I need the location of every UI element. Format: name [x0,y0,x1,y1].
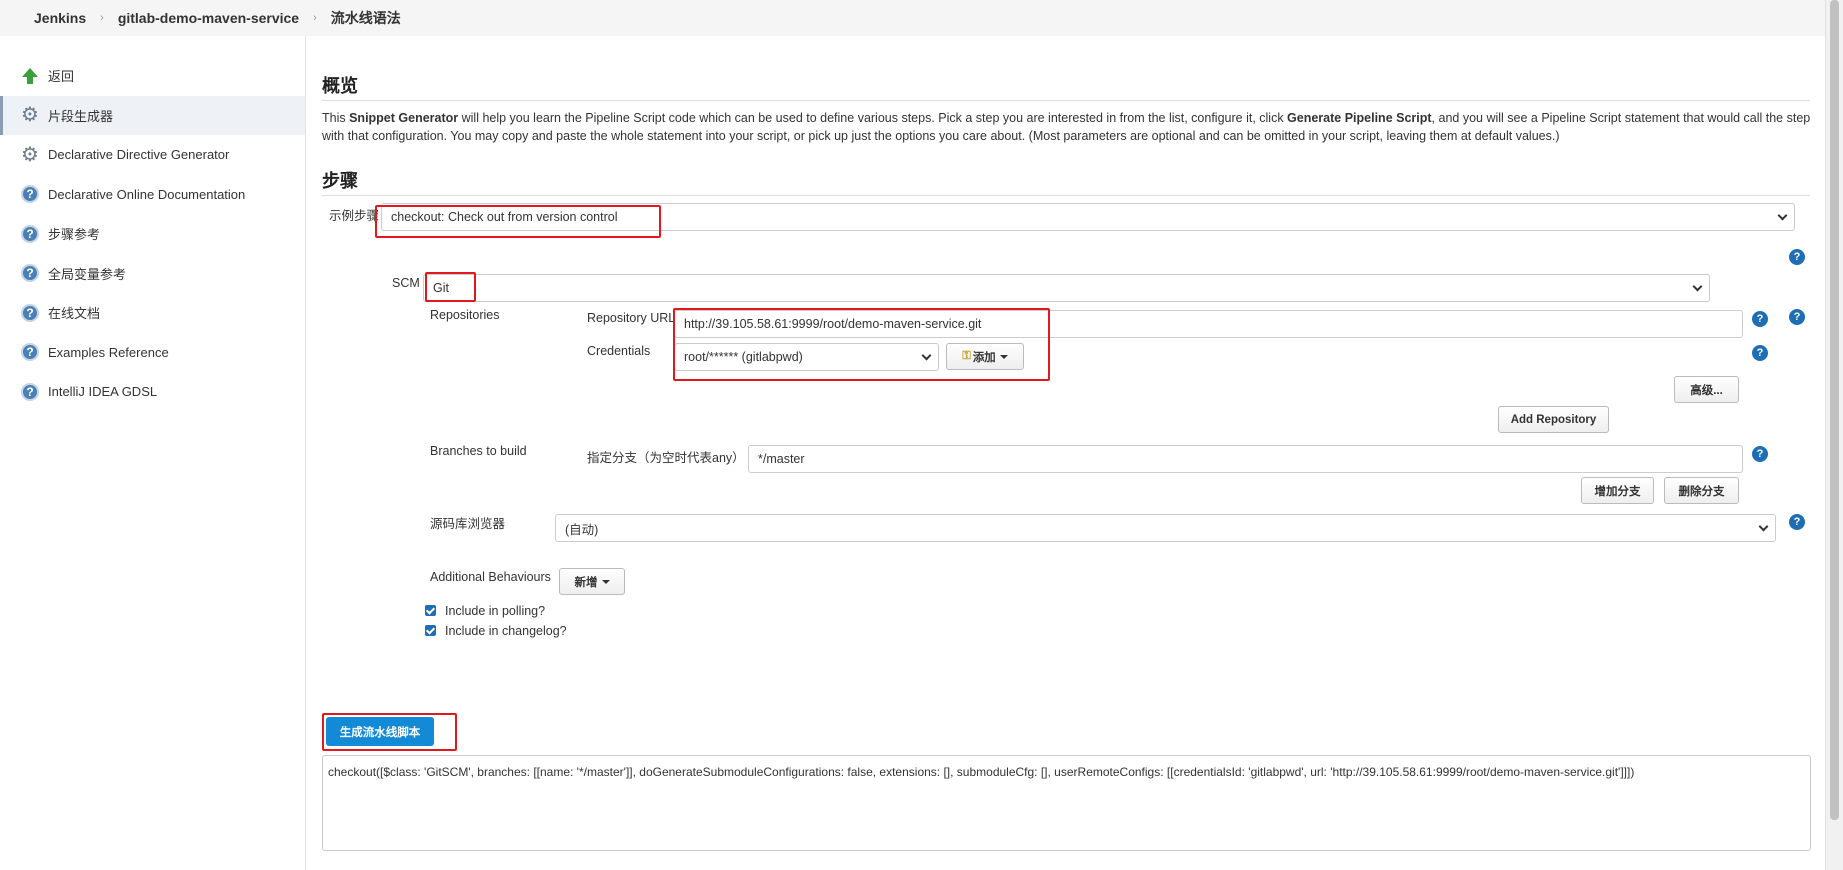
help-icon[interactable]: ? [1789,514,1805,530]
help-icon: ? [20,342,40,362]
help-icon: ? [20,184,40,204]
chevron-right-icon: › [313,12,317,24]
credentials-value: root/****** (gitlabpwd) [684,350,803,364]
chevron-down-icon [1758,521,1769,532]
scm-select[interactable]: Git [423,274,1710,302]
key-icon: ⚿ [962,350,971,362]
branches-label: Branches to build [430,444,527,458]
desc-text: This [322,111,350,125]
sidebar: 返回 ⚙ 片段生成器 ⚙ Declarative Directive Gener… [0,36,306,870]
additional-behaviours-label: Additional Behaviours [430,570,551,584]
branch-specifier-label: 指定分支（为空时代表any） [587,451,745,465]
caret-down-icon [601,579,610,584]
sidebar-item-label: IntelliJ IDEA GDSL [48,384,158,400]
breadcrumb-pipeline-syntax[interactable]: 流水线语法 [323,8,409,28]
add-credentials-label: 添加 [972,351,996,364]
sample-step-value: checkout: Check out from version control [391,210,618,224]
add-repository-label: Add Repository [1510,413,1597,426]
add-behaviour-button[interactable]: 新增 [559,568,625,595]
help-icon: ? [20,224,40,244]
advanced-button[interactable]: 高级... [1674,376,1739,403]
help-icon: ? [20,303,40,323]
overview-description: This Snippet Generator will help you lea… [322,109,1812,145]
sidebar-item-label: Declarative Directive Generator [48,147,230,163]
repo-url-value: http://39.105.58.61:9999/root/demo-maven… [684,317,982,331]
repo-url-input[interactable]: http://39.105.58.61:9999/root/demo-maven… [674,310,1743,338]
sidebar-item-declarative-docs[interactable]: ? Declarative Online Documentation [0,175,305,215]
help-icon[interactable]: ? [1752,345,1768,361]
add-branch-label: 增加分支 [1594,485,1641,498]
help-icon: ? [20,382,40,402]
overview-heading: 概览 [322,72,1810,101]
sidebar-item-label: 步骤参考 [48,227,101,243]
sidebar-item-directive-generator[interactable]: ⚙ Declarative Directive Generator [0,135,305,175]
breadcrumb: Jenkins › gitlab-demo-maven-service › 流水… [0,0,1843,36]
generate-button-label: 生成流水线脚本 [339,726,421,739]
desc-bold: Snippet Generator [349,111,459,125]
breadcrumb-project[interactable]: gitlab-demo-maven-service [110,10,307,26]
repo-browser-value: (自动) [565,522,599,537]
breadcrumb-jenkins[interactable]: Jenkins [26,10,94,26]
scm-label: SCM [392,276,420,290]
repo-url-label: Repository URL [587,311,676,325]
include-polling-label: Include in polling? [445,604,546,618]
delete-branch-label: 删除分支 [1678,485,1725,498]
sidebar-item-label: Examples Reference [48,344,169,360]
add-credentials-button[interactable]: ⚿ 添加 [946,343,1024,370]
chevron-down-icon [1777,210,1788,221]
desc-bold: Generate Pipeline Script [1287,111,1432,125]
sample-step-select[interactable]: checkout: Check out from version control [381,203,1795,231]
branch-specifier-input[interactable]: */master [748,445,1743,473]
help-icon: ? [20,263,40,283]
delete-branch-button[interactable]: 删除分支 [1664,477,1739,504]
chevron-right-icon: › [100,12,104,24]
add-behaviour-label: 新增 [574,576,598,589]
scm-value: Git [433,281,449,295]
scrollbar-thumb[interactable] [1830,0,1839,820]
sidebar-item-online-docs[interactable]: ? 在线文档 [0,293,305,333]
page-scrollbar[interactable] [1825,0,1843,870]
sidebar-item-gdsl[interactable]: ? IntelliJ IDEA GDSL [0,372,305,412]
include-changelog-checkbox[interactable] [425,625,436,636]
branch-value: */master [758,452,805,466]
sidebar-item-steps-reference[interactable]: ? 步骤参考 [0,214,305,254]
sidebar-item-back[interactable]: 返回 [0,56,305,96]
sidebar-item-global-vars[interactable]: ? 全局变量参考 [0,254,305,294]
sidebar-item-label: Declarative Online Documentation [48,186,246,202]
sidebar-item-label: 返回 [48,69,75,85]
sidebar-item-snippet-generator[interactable]: ⚙ 片段生成器 [0,95,305,135]
chevron-down-icon [1692,281,1703,292]
sidebar-item-label: 全局变量参考 [48,266,127,282]
steps-heading: 步骤 [322,167,1810,196]
help-icon[interactable]: ? [1789,249,1805,265]
sidebar-item-examples[interactable]: ? Examples Reference [0,333,305,373]
gear-icon: ⚙ [21,104,39,127]
caret-down-icon [999,354,1008,359]
chevron-down-icon [921,350,932,361]
pipeline-script-text: checkout([$class: 'GitSCM', branches: [[… [328,765,1635,779]
arrow-up-icon [20,66,40,86]
add-branch-button[interactable]: 增加分支 [1581,477,1654,504]
gear-icon: ⚙ [21,143,39,166]
repo-browser-select[interactable]: (自动) [555,514,1776,542]
repositories-label: Repositories [430,308,500,322]
add-repository-button[interactable]: Add Repository [1498,406,1609,433]
sidebar-item-label: 片段生成器 [48,108,114,124]
credentials-select[interactable]: root/****** (gitlabpwd) [674,343,939,371]
help-icon[interactable]: ? [1789,309,1805,325]
advanced-label: 高级... [1690,384,1723,397]
include-changelog-label: Include in changelog? [445,624,567,638]
sidebar-item-label: 在线文档 [48,306,101,322]
include-polling-checkbox[interactable] [425,605,436,616]
repo-browser-label: 源码库浏览器 [430,517,506,531]
pipeline-script-output[interactable]: checkout([$class: 'GitSCM', branches: [[… [322,755,1811,851]
credentials-label: Credentials [587,344,651,358]
desc-text: will help you learn the Pipeline Script … [458,111,1288,125]
generate-pipeline-script-button[interactable]: 生成流水线脚本 [326,717,434,746]
help-icon[interactable]: ? [1752,311,1768,327]
help-icon[interactable]: ? [1752,446,1768,462]
sample-step-label: 示例步骤 [329,209,380,223]
